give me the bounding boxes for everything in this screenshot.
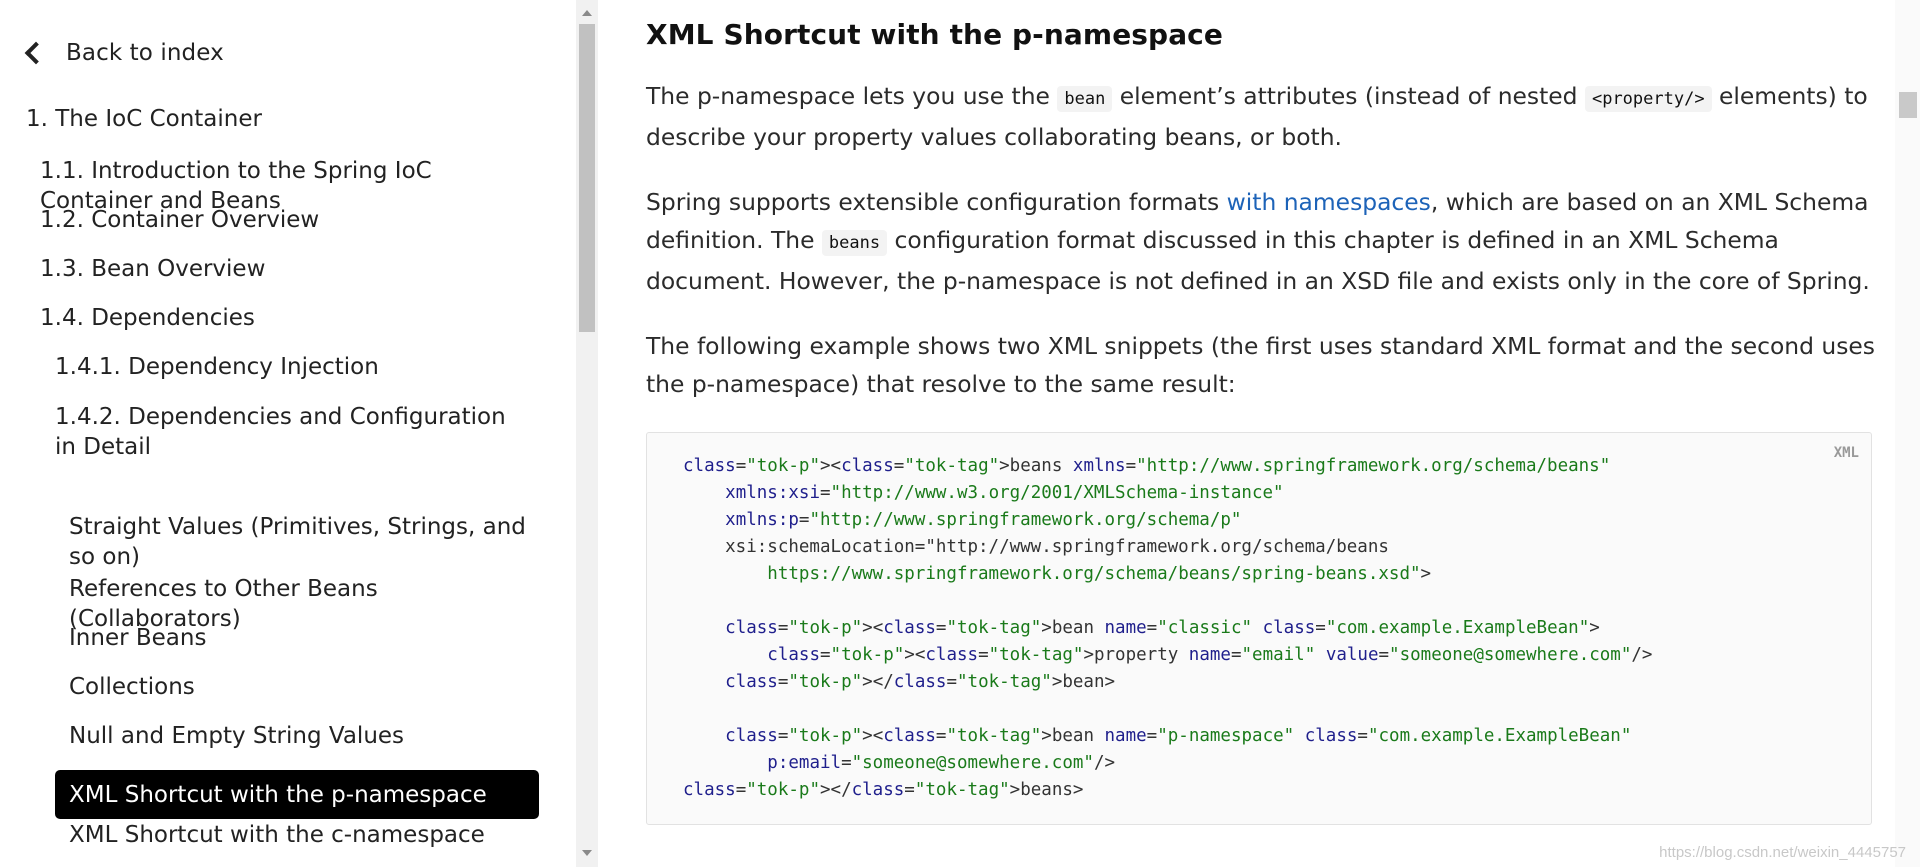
main-content: XML Shortcut with the p-namespace The p-… — [598, 0, 1894, 867]
paragraph-2: Spring supports extensible configuration… — [646, 183, 1878, 300]
toc-item[interactable]: Null and Empty String Values — [69, 721, 529, 751]
code-line: class="tok-p"><class="tok-tag">bean name… — [725, 726, 1632, 746]
sidebar: Back to index 1. The IoC Container 1.1. I… — [0, 0, 574, 867]
toc-item[interactable]: 1.3. Bean Overview — [40, 254, 530, 284]
with-namespaces-link[interactable]: with namespaces — [1227, 188, 1431, 216]
toc-item[interactable]: 1. The IoC Container — [26, 104, 526, 134]
code-block[interactable]: XML class="tok-p"><class="tok-tag">beans… — [646, 432, 1872, 825]
sidebar-scrollbar-thumb[interactable] — [579, 24, 595, 332]
sidebar-scrollbar[interactable] — [576, 0, 598, 867]
back-to-index-link[interactable]: Back to index — [22, 37, 224, 69]
code-line: xsi:schemaLocation="http://www.springfra… — [683, 537, 1389, 557]
toc-item[interactable]: 1.4.1. Dependency Injection — [55, 352, 525, 382]
code-line: xmlns:p="http://www.springframework.org/… — [725, 510, 1242, 530]
toc-item[interactable]: Straight Values (Primitives, Strings, an… — [69, 512, 529, 572]
page-scrollbar[interactable] — [1895, 0, 1920, 867]
section-title: XML Shortcut with the p-namespace — [646, 18, 1223, 51]
toc-item-active[interactable]: XML Shortcut with the p-namespace — [55, 770, 539, 819]
paragraph-3: The following example shows two XML snip… — [646, 332, 1875, 398]
inline-code: bean — [1057, 86, 1113, 112]
toc-item[interactable]: 1.2. Container Overview — [40, 205, 530, 235]
paragraph-text: The p-namespace lets you use the — [646, 82, 1058, 110]
scroll-down-arrow-icon[interactable] — [582, 850, 592, 856]
toc-item[interactable]: Collections — [69, 672, 529, 702]
code-line: class="tok-p"><class="tok-tag">bean name… — [725, 618, 1600, 638]
code-listing: class="tok-p"><class="tok-tag">beans xml… — [683, 453, 1652, 804]
code-language-label: XML — [1833, 445, 1859, 461]
toc-item[interactable]: Inner Beans — [69, 623, 529, 653]
inline-code: <property/> — [1584, 86, 1712, 112]
paragraph-text: element’s attributes (instead of nested — [1112, 82, 1585, 110]
code-line: https://www.springframework.org/schema/b… — [767, 564, 1432, 584]
chevron-left-icon — [24, 41, 48, 65]
code-line: class="tok-p"></class="tok-tag">bean> — [725, 672, 1116, 692]
code-line: class="tok-p"><class="tok-tag">beans xml… — [683, 456, 1611, 476]
toc-item[interactable]: 1.4. Dependencies — [40, 303, 530, 333]
code-line: xmlns:xsi="http://www.w3.org/2001/XMLSch… — [725, 483, 1284, 503]
watermark: https://blog.csdn.net/weixin_4445757 — [1659, 844, 1906, 861]
code-line: class="tok-p"><class="tok-tag">property … — [767, 645, 1653, 665]
back-to-index-label: Back to index — [66, 40, 224, 66]
paragraph-text: Spring supports extensible configuration… — [646, 188, 1227, 216]
code-line: p:email="someone@somewhere.com"/> — [767, 753, 1116, 773]
toc-item[interactable]: XML Shortcut with the c-namespace — [69, 820, 529, 850]
code-line: class="tok-p"></class="tok-tag">beans> — [683, 780, 1084, 800]
toc-item[interactable]: 1.4.2. Dependencies and Configuration in… — [55, 402, 525, 462]
scroll-up-arrow-icon[interactable] — [582, 10, 592, 16]
page-scrollbar-thumb[interactable] — [1899, 92, 1917, 118]
paragraph-1: The p-namespace lets you use the bean el… — [646, 77, 1878, 156]
inline-code: beans — [821, 230, 888, 256]
